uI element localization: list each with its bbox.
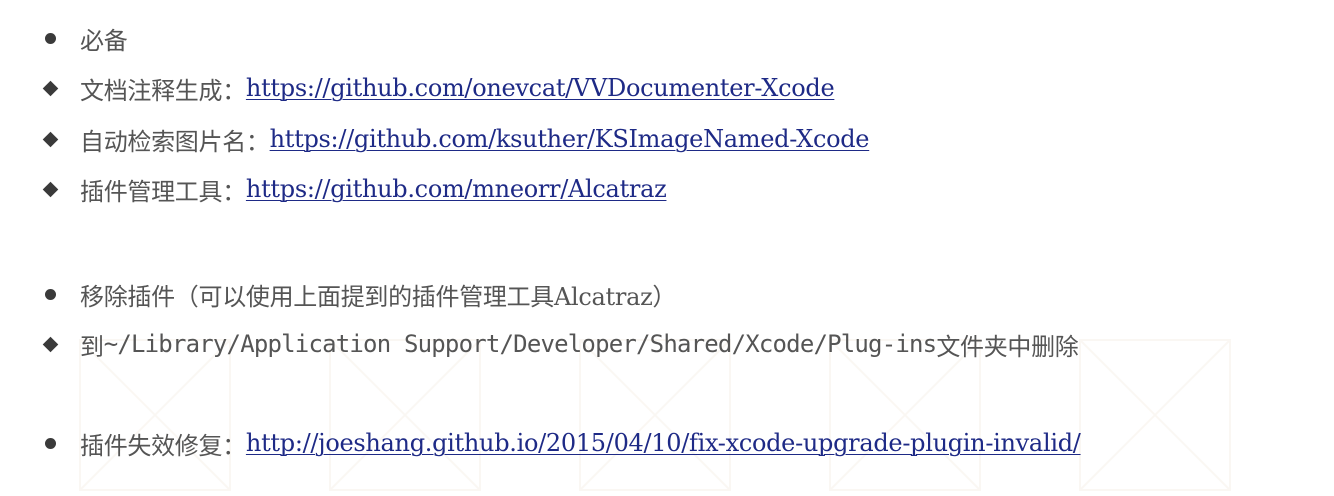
link-vvdocumenter[interactable]: https://github.com/onevcat/VVDocumenter-…: [246, 74, 835, 102]
link-alcatraz[interactable]: https://github.com/mneorr/Alcatraz: [246, 175, 667, 203]
bullet-dot-icon: [44, 288, 80, 300]
list-item: 必备: [44, 20, 128, 56]
item-label-suffix: 文件夹中删除: [936, 332, 1079, 361]
bullet-diamond-icon: [42, 80, 80, 96]
list-item: 文档注释生成： https://github.com/onevcat/VVDoc…: [42, 70, 835, 106]
item-label: 插件失效修复：: [80, 431, 246, 460]
item-label: 自动检索图片名：: [80, 127, 270, 156]
item-label-prefix: 到: [80, 332, 104, 361]
bullet-diamond-icon: [42, 181, 80, 197]
list-item: 插件失效修复： http://joeshang.github.io/2015/0…: [44, 425, 1081, 461]
list-item: 移除插件（可以使用上面提到的插件管理工具Alcatraz）: [44, 276, 676, 312]
bullet-diamond-icon: [42, 131, 80, 147]
section-label-remove: 移除插件（可以使用上面提到的插件管理工具Alcatraz）: [80, 282, 677, 311]
plugin-path: ~/Library/Application Support/Developer/…: [103, 330, 937, 358]
item-label: 插件管理工具：: [80, 177, 246, 206]
bullet-dot-icon: [44, 32, 80, 44]
bullet-diamond-icon: [42, 336, 80, 352]
bullet-dot-icon: [44, 437, 80, 449]
link-ksimagenamed[interactable]: https://github.com/ksuther/KSImageNamed-…: [270, 125, 870, 153]
item-label: 文档注释生成：: [80, 76, 246, 105]
link-fix-plugin[interactable]: http://joeshang.github.io/2015/04/10/fix…: [246, 429, 1081, 457]
section-label-required: 必备: [80, 26, 128, 55]
list-item: 插件管理工具： https://github.com/mneorr/Alcatr…: [42, 171, 667, 207]
list-item: 自动检索图片名： https://github.com/ksuther/KSIm…: [42, 121, 870, 157]
list-item: 到 ~/Library/Application Support/Developer…: [42, 326, 1079, 362]
